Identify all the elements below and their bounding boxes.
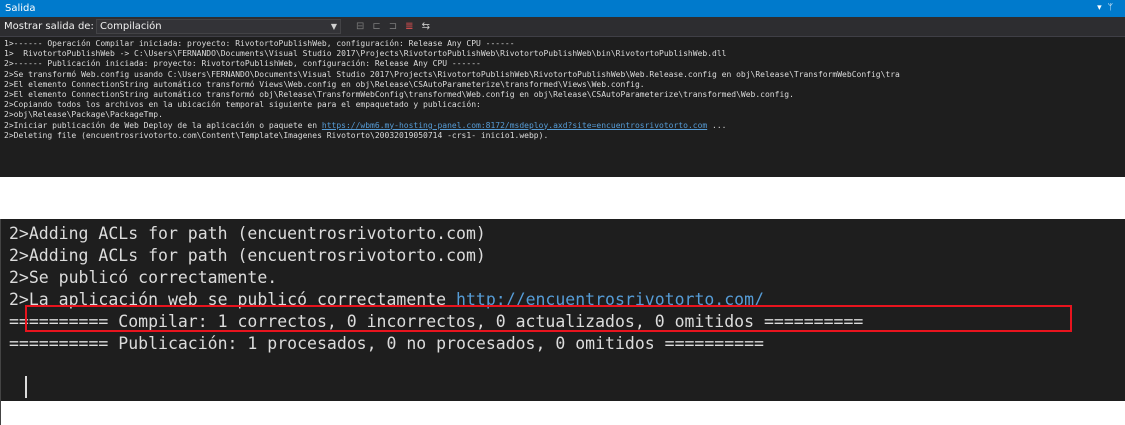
output-window-titlebar: Salida ▾ᛘ — [0, 0, 1125, 17]
output-line-text: ========== Publicación: 1 procesados, 0 … — [9, 334, 764, 353]
output-line: ========== Compilar: 1 correctos, 0 inco… — [9, 311, 863, 333]
output-source-value: Compilación — [100, 21, 162, 32]
output-line-text: 2>Adding ACLs for path (encuentrosrivoto… — [9, 246, 486, 265]
output-line: 1>------ Operación Compilar iniciada: pr… — [4, 39, 1125, 49]
output-line: 2>Copiando todos los archivos en la ubic… — [4, 100, 1125, 110]
output-line-text: 2>Adding ACLs for path (encuentrosrivoto… — [9, 224, 486, 243]
output-source-select[interactable]: Compilación ▼ — [96, 19, 341, 34]
output-window-title: Salida — [5, 3, 36, 14]
output-line-text: 2>Se publicó correctamente. — [9, 268, 278, 287]
next-message-icon[interactable]: ⊐ — [389, 21, 405, 32]
output-line-text: 2>Deleting file (encuentrosrivotorto.com… — [4, 130, 549, 140]
dropdown-arrow-icon[interactable]: ▾ — [1097, 3, 1108, 13]
clear-all-icon[interactable]: ≣ — [405, 21, 421, 32]
output-line-text: ========== Compilar: 1 correctos, 0 inco… — [9, 312, 864, 331]
output-line: 1> RivotortoPublishWeb -> C:\Users\FERNA… — [4, 49, 1125, 59]
prev-message-icon[interactable]: ⊏ — [372, 21, 388, 32]
output-line-text: 2>El elemento ConnectionString automátic… — [4, 89, 794, 99]
output-line: 2>La aplicación web se publicó correctam… — [9, 289, 863, 311]
output-line: 2>Adding ACLs for path (encuentrosrivoto… — [9, 245, 863, 267]
zoomed-output-text-area[interactable]: 2>Adding ACLs for path (encuentrosrivoto… — [9, 223, 863, 355]
output-line-text: 2>------ Publicación iniciada: proyecto:… — [4, 59, 481, 69]
output-link[interactable]: http://encuentrosrivotorto.com/ — [456, 290, 764, 309]
clear-icon[interactable]: ⊟ — [356, 21, 372, 32]
output-line-text: 2>El elemento ConnectionString automátic… — [4, 79, 645, 89]
output-window: Salida ▾ᛘ Mostrar salida de: Compilación… — [0, 0, 1125, 177]
output-link[interactable]: https://wbm6.my-hosting-panel.com:8172/m… — [322, 121, 707, 130]
output-line-text: 1>------ Operación Compilar iniciada: pr… — [4, 39, 515, 48]
output-line-text: 2>La aplicación web se publicó correctam… — [9, 290, 457, 309]
output-line-text: 2>Copiando todos los archivos en la ubic… — [4, 100, 481, 110]
toolbar-buttons: ⊟⊏⊐≣⇆ — [356, 17, 438, 36]
toggle-word-wrap-icon[interactable]: ⇆ — [422, 21, 438, 32]
output-line-text: 2>obj\Release\Package\PackageTmp. — [4, 110, 163, 120]
output-toolbar: Mostrar salida de: Compilación ▼ ⊟⊏⊐≣⇆ — [0, 17, 1125, 37]
output-line: 2>------ Publicación iniciada: proyecto:… — [4, 59, 1125, 69]
output-line: 2>El elemento ConnectionString automátic… — [4, 90, 1125, 100]
output-line: 2>Se transformó Web.config usando C:\Use… — [4, 70, 1125, 80]
chevron-down-icon: ▼ — [330, 22, 337, 31]
pin-icon[interactable]: ᛘ — [1108, 3, 1119, 13]
output-line-text: 2>Iniciar publicación de Web Deploy de l… — [4, 120, 322, 130]
output-line: 2>Iniciar publicación de Web Deploy de l… — [4, 121, 1125, 131]
zoomed-output-window: 2>Adding ACLs for path (encuentrosrivoto… — [1, 219, 1125, 401]
text-cursor — [25, 376, 27, 398]
output-line: 2>Se publicó correctamente. — [9, 267, 863, 289]
window-controls[interactable]: ▾ᛘ — [1097, 0, 1119, 17]
output-line: 2>Deleting file (encuentrosrivotorto.com… — [4, 131, 1125, 141]
output-line: 2>obj\Release\Package\PackageTmp. — [4, 110, 1125, 120]
output-line: ========== Publicación: 1 procesados, 0 … — [9, 333, 863, 355]
output-line-text: 2>Se transformó Web.config usando C:\Use… — [4, 69, 900, 79]
show-output-from-label: Mostrar salida de: — [4, 21, 94, 32]
output-line: 2>El elemento ConnectionString automátic… — [4, 80, 1125, 90]
output-line-suffix: ... — [707, 120, 727, 130]
output-text-area[interactable]: 1>------ Operación Compilar iniciada: pr… — [0, 37, 1125, 141]
output-line: 2>Adding ACLs for path (encuentrosrivoto… — [9, 223, 863, 245]
output-line-text: 1> RivotortoPublishWeb -> C:\Users\FERNA… — [4, 49, 727, 59]
